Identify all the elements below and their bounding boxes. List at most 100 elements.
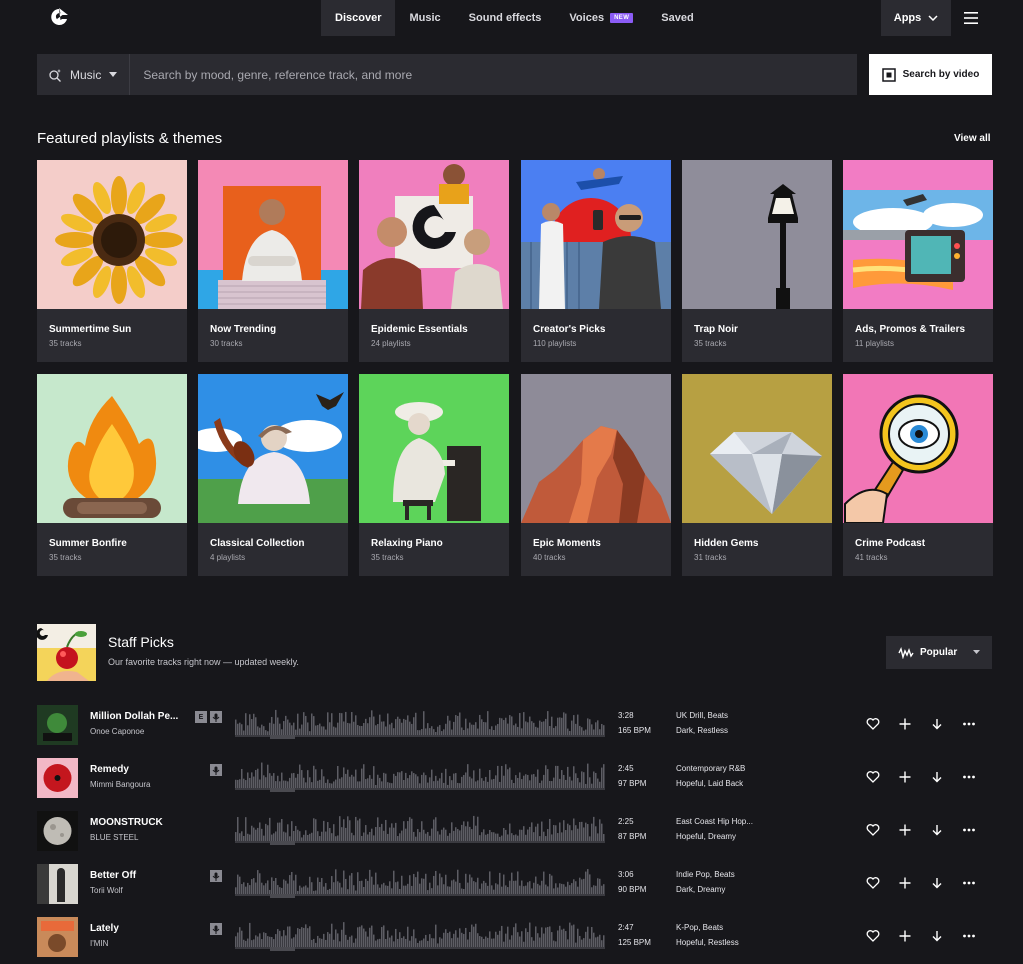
waveform[interactable] [235, 705, 605, 745]
playlist-card-hidden-gems[interactable]: Hidden Gems 31 tracks [682, 374, 832, 576]
download-icon[interactable] [930, 876, 944, 890]
track-duration: 3:28 [618, 711, 634, 720]
download-icon[interactable] [930, 823, 944, 837]
playlist-title: Crime Podcast [855, 538, 926, 549]
playlist-card-relaxing-piano[interactable]: Relaxing Piano 35 tracks [359, 374, 509, 576]
track-moods[interactable]: Hopeful, Laid Back [676, 779, 743, 788]
track-artist[interactable]: BLUE STEEL [90, 833, 138, 842]
track-title[interactable]: Lately [90, 923, 119, 934]
playlist-card-epic-moments[interactable]: Epic Moments 40 tracks [521, 374, 671, 576]
track-cover[interactable] [37, 758, 78, 798]
track-moods[interactable]: Dark, Dreamy [676, 885, 725, 894]
sort-dropdown[interactable]: Popular [886, 636, 992, 669]
search-by-video-label: Search by video [902, 69, 980, 80]
playlist-count: 24 playlists [371, 339, 411, 348]
vocals-icon [210, 764, 222, 776]
track-artist[interactable]: Torii Wolf [90, 886, 123, 895]
plus-icon[interactable] [898, 717, 912, 731]
track-genres[interactable]: UK Drill, Beats [676, 711, 728, 720]
apps-button[interactable]: Apps [881, 0, 951, 36]
playlist-cover-epidemic-essentials [359, 160, 509, 309]
more-options-icon[interactable] [962, 876, 976, 890]
track-genres[interactable]: Indie Pop, Beats [676, 870, 735, 879]
track-artist[interactable]: I'MIN [90, 939, 108, 948]
track-row[interactable]: Million Dollah Pe... Onoe Caponoe E 3:28… [37, 705, 992, 745]
playlist-card-ads-promos-trailers[interactable]: Ads, Promos & Trailers 11 playlists [843, 160, 993, 362]
plus-icon[interactable] [898, 770, 912, 784]
track-title[interactable]: Million Dollah Pe... [90, 711, 178, 722]
track-genres[interactable]: K-Pop, Beats [676, 923, 723, 932]
waveform[interactable] [235, 811, 605, 851]
search-input[interactable] [130, 67, 857, 82]
download-icon[interactable] [930, 929, 944, 943]
waveform[interactable] [235, 864, 605, 904]
more-options-icon[interactable] [962, 717, 976, 731]
heart-icon[interactable] [866, 770, 880, 784]
heart-icon[interactable] [866, 717, 880, 731]
vocals-icon [210, 711, 222, 723]
more-options-icon[interactable] [962, 929, 976, 943]
track-cover[interactable] [37, 811, 78, 851]
track-title[interactable]: Better Off [90, 870, 136, 881]
chevron-down-icon [928, 15, 938, 21]
playlist-title: Hidden Gems [694, 538, 759, 549]
track-bpm: 97 BPM [618, 779, 647, 788]
playlist-cover-epic-moments [521, 374, 671, 523]
search-type-dropdown[interactable]: Music [37, 54, 131, 95]
search-bar: Music [37, 54, 857, 95]
plus-icon[interactable] [898, 929, 912, 943]
tab-discover[interactable]: Discover [321, 0, 396, 36]
playlist-card-trap-noir[interactable]: Trap Noir 35 tracks [682, 160, 832, 362]
track-artist[interactable]: Mimmi Bangoura [90, 780, 150, 789]
track-row[interactable]: MOONSTRUCK BLUE STEEL 2:25 87 BPM East C… [37, 811, 992, 851]
tab-sound-effects[interactable]: Sound effects [455, 0, 556, 36]
more-options-icon[interactable] [962, 823, 976, 837]
track-cover[interactable] [37, 864, 78, 904]
playlist-cover-ads-promos-trailers [843, 160, 993, 309]
tab-music[interactable]: Music [395, 0, 454, 36]
track-artist[interactable]: Onoe Caponoe [90, 727, 144, 736]
track-duration: 2:47 [618, 923, 634, 932]
epidemic-logo[interactable] [49, 7, 69, 27]
plus-icon[interactable] [898, 876, 912, 890]
caret-down-icon [109, 72, 118, 77]
view-all-link[interactable]: View all [954, 133, 991, 144]
track-title[interactable]: Remedy [90, 764, 129, 775]
tab-saved[interactable]: Saved [647, 0, 707, 36]
track-cover[interactable] [37, 917, 78, 957]
playlist-count: 11 playlists [855, 339, 894, 348]
heart-icon[interactable] [866, 929, 880, 943]
plus-icon[interactable] [898, 823, 912, 837]
search-by-video-button[interactable]: Search by video [869, 54, 992, 95]
waveform[interactable] [235, 758, 605, 798]
track-moods[interactable]: Hopeful, Dreamy [676, 832, 736, 841]
waveform[interactable] [235, 917, 605, 957]
tab-voices[interactable]: Voices NEW [555, 0, 647, 36]
staff-picks-cover [37, 624, 96, 681]
download-icon[interactable] [930, 717, 944, 731]
track-title[interactable]: MOONSTRUCK [90, 817, 163, 828]
heart-icon[interactable] [866, 876, 880, 890]
track-row[interactable]: Lately I'MIN 2:47 125 BPM K-Pop, Beats H… [37, 917, 992, 957]
heart-icon[interactable] [866, 823, 880, 837]
hamburger-menu-icon[interactable] [962, 9, 980, 27]
track-row[interactable]: Remedy Mimmi Bangoura 2:45 97 BPM Contem… [37, 758, 992, 798]
track-genres[interactable]: East Coast Hip Hop... [676, 817, 753, 826]
playlist-card-crime-podcast[interactable]: Crime Podcast 41 tracks [843, 374, 993, 576]
track-moods[interactable]: Dark, Restless [676, 726, 728, 735]
track-cover[interactable] [37, 705, 78, 745]
track-duration: 2:45 [618, 764, 634, 773]
playlist-card-summertime-sun[interactable]: Summertime Sun 35 tracks [37, 160, 187, 362]
playlist-cover-now-trending [198, 160, 348, 309]
playlist-card-classical-collection[interactable]: Classical Collection 4 playlists [198, 374, 348, 576]
playlist-card-now-trending[interactable]: Now Trending 30 tracks [198, 160, 348, 362]
playlist-count: 35 tracks [694, 339, 727, 348]
playlist-card-epidemic-essentials[interactable]: Epidemic Essentials 24 playlists [359, 160, 509, 362]
track-genres[interactable]: Contemporary R&B [676, 764, 745, 773]
playlist-card-summer-bonfire[interactable]: Summer Bonfire 35 tracks [37, 374, 187, 576]
track-row[interactable]: Better Off Torii Wolf 3:06 90 BPM Indie … [37, 864, 992, 904]
track-moods[interactable]: Hopeful, Restless [676, 938, 739, 947]
playlist-card-creators-picks[interactable]: Creator's Picks 110 playlists [521, 160, 671, 362]
download-icon[interactable] [930, 770, 944, 784]
more-options-icon[interactable] [962, 770, 976, 784]
